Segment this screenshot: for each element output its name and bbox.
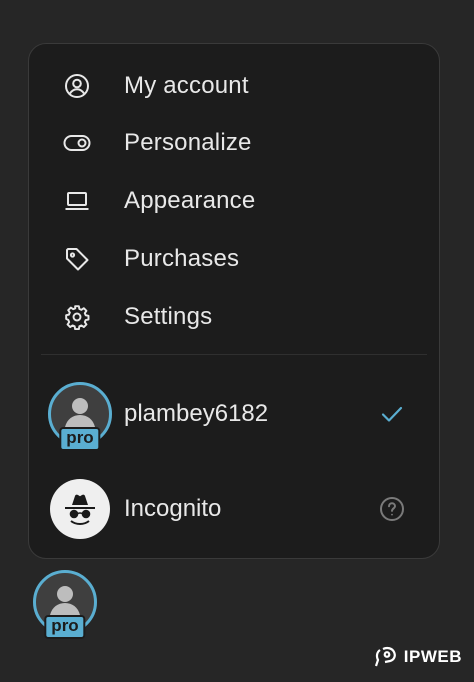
account-row-incognito[interactable]: Incognito	[29, 473, 439, 545]
menu-item-settings[interactable]: Settings	[29, 291, 439, 343]
check-icon	[381, 406, 403, 422]
incognito-label: Incognito	[124, 495, 222, 522]
avatar: pro	[33, 570, 97, 639]
menu-item-label: Personalize	[124, 129, 252, 156]
account-row-current[interactable]: pro plambey6182	[29, 378, 439, 451]
menu-item-label: Purchases	[124, 245, 240, 272]
account-menu: My account Personalize Appearance Purcha…	[28, 43, 440, 559]
menu-item-personalize[interactable]: Personalize	[29, 117, 439, 169]
tag-icon	[63, 245, 91, 273]
avatar: pro	[48, 382, 112, 451]
help-icon[interactable]	[379, 496, 405, 522]
watermark-text: IPWEB	[403, 647, 462, 666]
pro-badge: pro	[59, 427, 101, 451]
gear-icon	[63, 303, 91, 331]
menu-item-label: Appearance	[124, 187, 256, 214]
account-username: plambey6182	[124, 400, 269, 427]
pro-badge: pro	[44, 615, 86, 639]
ipweb-logo-icon	[374, 646, 396, 667]
menu-item-appearance[interactable]: Appearance	[29, 175, 439, 227]
menu-divider	[41, 354, 427, 355]
toggle-icon	[63, 129, 91, 157]
incognito-avatar	[50, 479, 110, 539]
menu-item-purchases[interactable]: Purchases	[29, 233, 439, 285]
watermark: IPWEB	[374, 646, 462, 668]
menu-item-label: My account	[124, 72, 249, 99]
laptop-icon	[63, 187, 91, 215]
menu-item-my-account[interactable]: My account	[29, 60, 439, 112]
menu-item-label: Settings	[124, 303, 213, 330]
user-circle-icon	[63, 72, 91, 100]
incognito-icon	[65, 494, 95, 526]
